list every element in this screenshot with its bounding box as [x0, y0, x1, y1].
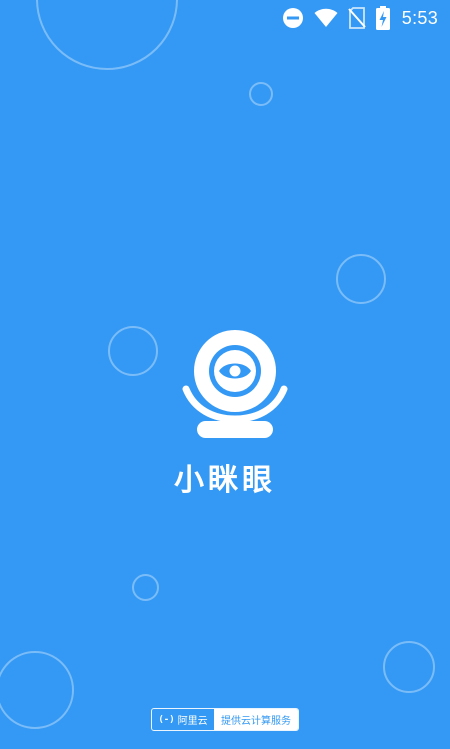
wifi-icon	[314, 8, 338, 28]
status-icons: 5:53	[282, 6, 438, 30]
aliyun-logo-icon: (-)	[158, 714, 175, 725]
battery-charging-icon	[375, 6, 390, 30]
provider-badge: (-) 阿里云 提供云计算服务	[151, 708, 299, 731]
decorative-bubble	[336, 254, 386, 304]
do-not-disturb-icon	[282, 7, 304, 29]
decorative-bubble	[108, 326, 158, 376]
no-sim-icon	[348, 7, 366, 29]
status-bar: 5:53	[0, 0, 450, 36]
decorative-bubble	[249, 82, 273, 106]
decorative-bubble	[0, 651, 74, 729]
eye-camera-icon	[182, 330, 288, 438]
app-logo	[180, 327, 290, 439]
provider-brand: (-) 阿里云	[152, 709, 214, 730]
app-name: 小眯眼	[174, 463, 276, 498]
provider-text: 提供云计算服务	[214, 709, 298, 730]
status-time: 5:53	[401, 7, 438, 28]
decorative-bubble	[132, 574, 159, 601]
splash-screen: 5:53 小眯眼 (-) 阿里云 提供云计算服务	[0, 0, 450, 749]
decorative-bubble	[383, 641, 435, 693]
provider-brand-label: 阿里云	[177, 716, 208, 727]
